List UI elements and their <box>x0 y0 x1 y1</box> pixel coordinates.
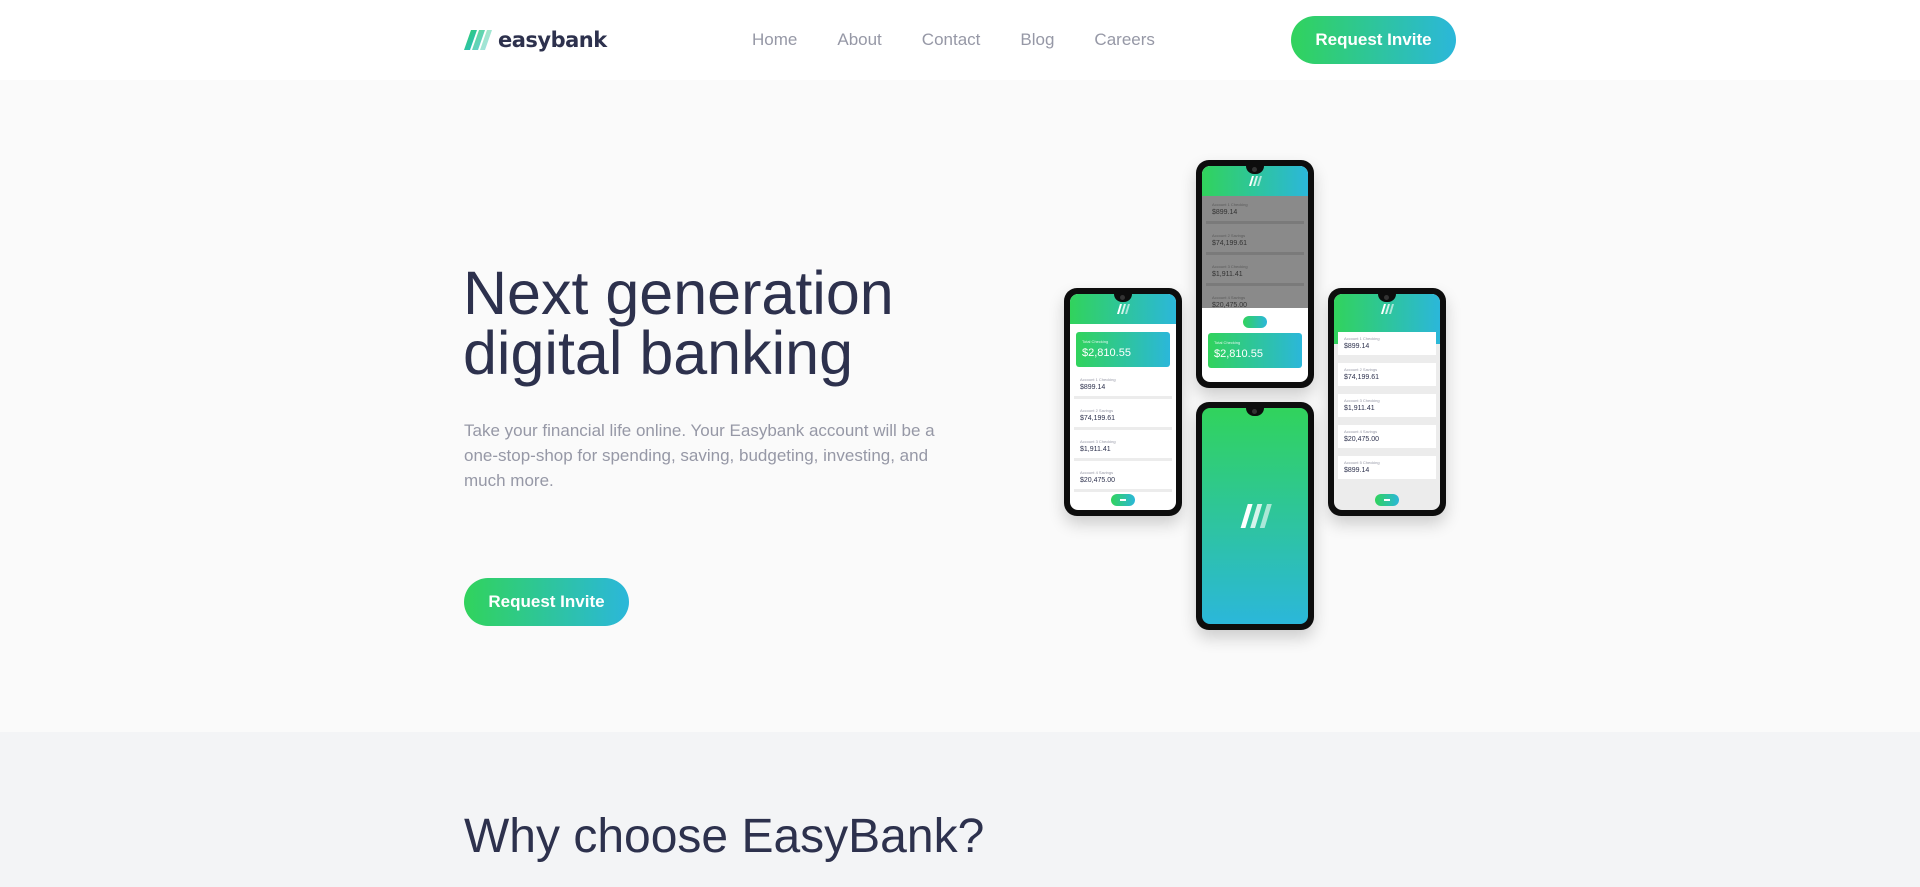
account-row: Account 2 Savings $74,199.61 <box>1074 404 1172 430</box>
request-invite-button-hero[interactable]: Request Invite <box>464 578 629 626</box>
easybank-logo-icon <box>464 30 492 50</box>
account-row: Account 1 Checking $899.14 <box>1074 373 1172 399</box>
nav-careers[interactable]: Careers <box>1094 30 1154 50</box>
phone-mockup-top: Account 1 Checking $899.14 Account 2 Savi… <box>1196 160 1314 388</box>
account-row: Account 4 Savings $20,475.00 <box>1206 291 1304 308</box>
request-invite-button-header[interactable]: Request Invite <box>1291 16 1456 64</box>
hero-title: Next generation digital banking <box>463 259 894 387</box>
nav-contact[interactable]: Contact <box>922 30 981 50</box>
account-row: Account 4 Savings $20,475.00 <box>1338 425 1436 451</box>
app-logo-icon <box>1381 304 1394 314</box>
phone-mockups: Total Checking $2,810.55 Account 1 Check… <box>1058 158 1458 638</box>
app-splash-logo-icon <box>1240 504 1272 528</box>
logo[interactable]: easybank <box>464 27 607 53</box>
app-logo-icon <box>1117 304 1130 314</box>
app-action-button <box>1111 494 1135 506</box>
phone-mockup-splash <box>1196 402 1314 630</box>
app-action-button <box>1243 316 1267 328</box>
phone-mockup-right: Account 1 Checking $899.14 Account 2 Savi… <box>1328 288 1446 516</box>
account-row: Account 4 Savings $20,475.00 <box>1074 466 1172 492</box>
total-balance-card: Total Checking $2,810.55 <box>1076 332 1170 367</box>
account-row: Account 3 Checking $1,911.41 <box>1074 435 1172 461</box>
why-section: Why choose EasyBank? <box>0 732 1920 887</box>
nav-blog[interactable]: Blog <box>1020 30 1054 50</box>
account-row: Account 2 Savings $74,199.61 <box>1206 229 1304 255</box>
hero-description: Take your financial life online. Your Ea… <box>464 421 935 490</box>
logo-text: easybank <box>498 28 607 52</box>
app-action-button <box>1375 494 1399 506</box>
hero-section: Next generation digital banking Take you… <box>0 80 1920 732</box>
nav-about[interactable]: About <box>837 30 881 50</box>
total-label: Total Checking <box>1082 339 1109 344</box>
account-row: Account 5 Checking $899.14 <box>1338 456 1436 482</box>
account-row: Account 1 Checking $899.14 <box>1338 332 1436 358</box>
nav-home[interactable]: Home <box>752 30 797 50</box>
main-nav: Home About Contact Blog Careers <box>752 30 1155 50</box>
account-row: Account 2 Savings $74,199.61 <box>1338 363 1436 389</box>
account-row: Account 1 Checking $899.14 <box>1206 198 1304 224</box>
account-row: Account 3 Checking $1,911.41 <box>1338 394 1436 420</box>
total-value: $2,810.55 <box>1082 347 1131 359</box>
account-row: Account 3 Checking $1,911.41 <box>1206 260 1304 286</box>
app-logo-icon <box>1249 176 1262 186</box>
phone-mockup-left: Total Checking $2,810.55 Account 1 Check… <box>1064 288 1182 516</box>
why-title: Why choose EasyBank? <box>464 810 985 863</box>
site-header: easybank Home About Contact Blog Careers… <box>0 0 1920 80</box>
total-balance-card: Total Checking $2,810.55 <box>1208 333 1302 368</box>
